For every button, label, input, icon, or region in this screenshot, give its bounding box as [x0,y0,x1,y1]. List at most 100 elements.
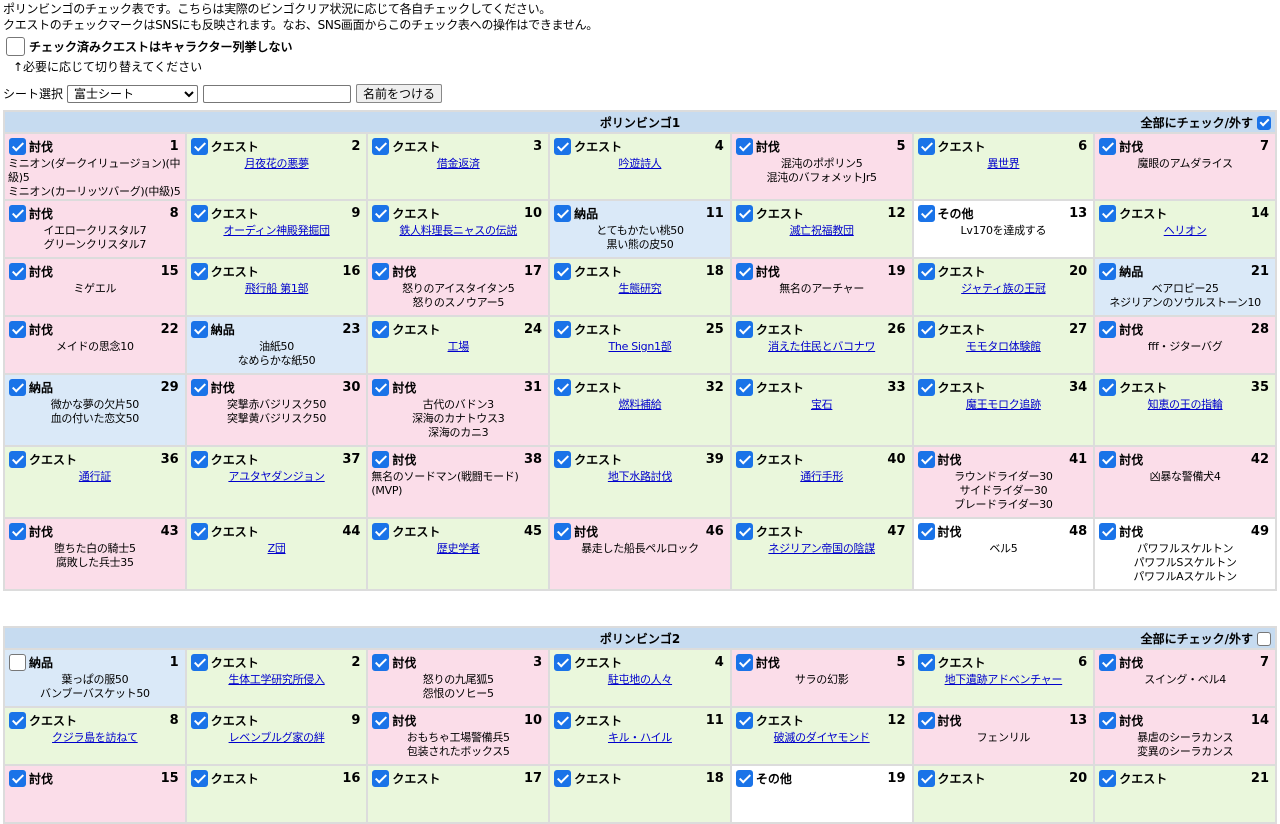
cell-checkbox[interactable] [372,711,390,729]
cell-checkbox[interactable] [372,522,390,540]
cell-checkbox[interactable] [372,262,390,280]
quest-link[interactable]: ネジリアン帝国の陰謀 [768,542,875,555]
quest-link[interactable]: 歴史学者 [437,542,480,555]
quest-link[interactable]: 地下遺跡アドベンチャー [945,673,1063,686]
cell-checkbox[interactable] [554,522,572,540]
cell-checkbox[interactable] [9,711,26,729]
sheet-name-input[interactable] [203,84,352,103]
cell-checkbox[interactable] [190,378,208,396]
cell-checkbox[interactable] [372,769,390,787]
cell-checkbox[interactable] [9,450,26,468]
cell-checkbox[interactable] [190,769,208,787]
cell-checkbox[interactable] [554,450,572,468]
cell-checkbox[interactable] [917,204,935,222]
cell-checkbox[interactable] [735,769,753,787]
quest-link[interactable]: 借金返済 [437,157,480,170]
cell-checkbox[interactable] [190,137,208,155]
cell-checkbox[interactable] [554,204,572,222]
cell-checkbox[interactable] [917,378,935,396]
quest-link[interactable]: ジャティ族の王冠 [961,282,1046,295]
cell-checkbox[interactable] [554,711,572,729]
quest-link[interactable]: レベンブルグ家の絆 [229,731,325,744]
quest-link[interactable]: 生態研究 [619,282,662,295]
quest-link[interactable]: 消えた住民とバコナワ [768,340,875,353]
cell-checkbox[interactable] [190,711,208,729]
quest-link[interactable]: 吟遊詩人 [619,157,662,170]
cell-checkbox[interactable] [9,522,26,540]
set-name-button[interactable]: 名前をつける [356,84,443,103]
sheet-select[interactable]: 富士シート [67,84,199,103]
cell-checkbox[interactable] [735,450,753,468]
quest-link[interactable]: Z団 [268,542,286,555]
cell-checkbox[interactable] [554,378,572,396]
check-all-checkbox[interactable] [1257,115,1271,130]
cell-checkbox[interactable] [917,137,935,155]
cell-checkbox[interactable] [554,653,572,671]
quest-link[interactable]: 異世界 [987,157,1019,170]
cell-checkbox[interactable] [554,320,572,338]
cell-checkbox[interactable] [1099,450,1117,468]
cell-checkbox[interactable] [9,653,26,671]
quest-link[interactable]: 工場 [448,340,470,353]
cell-checkbox[interactable] [1099,711,1117,729]
cell-checkbox[interactable] [917,653,935,671]
quest-link[interactable]: 通行証 [79,470,111,483]
cell-checkbox[interactable] [9,262,26,280]
check-all-toggle[interactable]: 全部にチェック/外す [1141,630,1271,647]
cell-checkbox[interactable] [735,262,753,280]
check-all-toggle[interactable]: 全部にチェック/外す [1141,114,1271,131]
quest-link[interactable]: The Sign1部 [608,340,671,353]
quest-link[interactable]: キル・ハイル [608,731,672,744]
cell-checkbox[interactable] [190,653,208,671]
cell-checkbox[interactable] [372,450,390,468]
quest-link[interactable]: 駐屯地の人々 [608,673,673,686]
cell-checkbox[interactable] [1099,522,1117,540]
cell-checkbox[interactable] [372,320,390,338]
cell-checkbox[interactable] [190,522,208,540]
cell-checkbox[interactable] [9,378,26,396]
cell-checkbox[interactable] [1099,653,1117,671]
quest-link[interactable]: 燃料補給 [619,398,662,411]
cell-checkbox[interactable] [1099,137,1117,155]
cell-checkbox[interactable] [917,262,935,280]
cell-checkbox[interactable] [917,450,935,468]
cell-checkbox[interactable] [917,769,935,787]
cell-checkbox[interactable] [190,450,208,468]
cell-checkbox[interactable] [190,320,208,338]
quest-link[interactable]: 鉄人料理長ニャスの伝説 [399,224,517,237]
cell-checkbox[interactable] [190,204,208,222]
cell-checkbox[interactable] [1099,378,1117,396]
cell-checkbox[interactable] [735,711,753,729]
cell-checkbox[interactable] [1099,204,1117,222]
quest-link[interactable]: 魔王モロク追跡 [966,398,1041,411]
quest-link[interactable]: モモタロ体験館 [966,340,1041,353]
cell-checkbox[interactable] [9,204,26,222]
cell-checkbox[interactable] [735,320,753,338]
cell-checkbox[interactable] [917,711,935,729]
cell-checkbox[interactable] [917,522,935,540]
cell-checkbox[interactable] [372,204,390,222]
cell-checkbox[interactable] [190,262,208,280]
hide-checked-option[interactable]: チェック済みクエストはキャラクター列挙しない [6,37,293,56]
cell-checkbox[interactable] [9,769,26,787]
cell-checkbox[interactable] [735,378,753,396]
quest-link[interactable]: 破滅のダイヤモンド [774,731,870,744]
cell-checkbox[interactable] [735,204,753,222]
quest-link[interactable]: ヘリオン [1164,224,1207,237]
cell-checkbox[interactable] [372,653,390,671]
quest-link[interactable]: 宝石 [811,398,833,411]
cell-checkbox[interactable] [1099,262,1117,280]
cell-checkbox[interactable] [917,320,935,338]
quest-link[interactable]: 生体工学研究所侵入 [228,673,325,686]
cell-checkbox[interactable] [554,262,572,280]
quest-link[interactable]: 飛行船 第1部 [245,282,309,295]
quest-link[interactable]: オーディン神殿発掘団 [223,224,330,237]
quest-link[interactable]: 月夜花の悪夢 [244,157,309,170]
cell-checkbox[interactable] [554,137,572,155]
quest-link[interactable]: 滅亡祝福教団 [790,224,855,237]
cell-checkbox[interactable] [554,769,572,787]
cell-checkbox[interactable] [9,137,26,155]
quest-link[interactable]: 地下水路討伐 [608,470,673,483]
cell-checkbox[interactable] [372,378,390,396]
quest-link[interactable]: 知恵の王の指輪 [1148,398,1223,411]
